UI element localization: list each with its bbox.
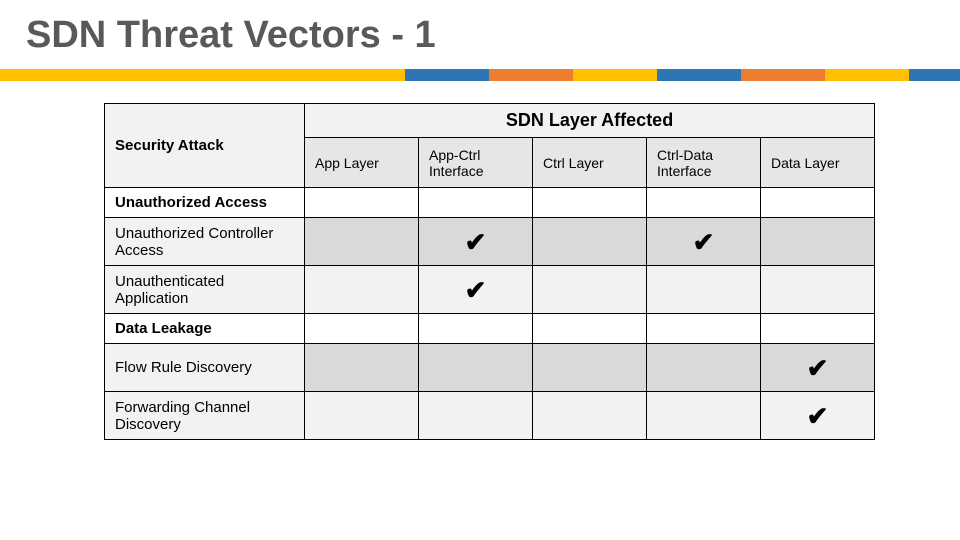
table-header-attack: Security Attack bbox=[105, 104, 305, 188]
section-blank bbox=[533, 314, 647, 344]
section-label: Data Leakage bbox=[105, 314, 305, 344]
check-icon: ✔ bbox=[465, 227, 487, 257]
section-blank bbox=[419, 314, 533, 344]
check-icon: ✔ bbox=[807, 401, 829, 431]
attack-label: Flow Rule Discovery bbox=[105, 344, 305, 392]
section-blank bbox=[761, 188, 875, 218]
section-blank bbox=[647, 314, 761, 344]
threat-table: Security Attack SDN Layer Affected App L… bbox=[104, 103, 875, 440]
table-header-group: SDN Layer Affected bbox=[305, 104, 875, 138]
threat-cell bbox=[533, 266, 647, 314]
section-blank bbox=[305, 188, 419, 218]
threat-cell: ✔ bbox=[647, 218, 761, 266]
table-column-header: App Layer bbox=[305, 138, 419, 188]
threat-cell: ✔ bbox=[761, 392, 875, 440]
section-label: Unauthorized Access bbox=[105, 188, 305, 218]
threat-cell bbox=[305, 218, 419, 266]
table-column-header: Ctrl Layer bbox=[533, 138, 647, 188]
table-column-header: App-Ctrl Interface bbox=[419, 138, 533, 188]
band-segment bbox=[573, 69, 657, 81]
accent-band bbox=[0, 69, 960, 81]
threat-cell bbox=[533, 392, 647, 440]
section-blank bbox=[647, 188, 761, 218]
band-segment bbox=[825, 69, 909, 81]
section-blank bbox=[761, 314, 875, 344]
attack-label: Unauthorized Controller Access bbox=[105, 218, 305, 266]
section-blank bbox=[419, 188, 533, 218]
check-icon: ✔ bbox=[465, 275, 487, 305]
table-column-header: Ctrl-Data Interface bbox=[647, 138, 761, 188]
check-icon: ✔ bbox=[693, 227, 715, 257]
table-column-header: Data Layer bbox=[761, 138, 875, 188]
section-blank bbox=[533, 188, 647, 218]
slide-title: SDN Threat Vectors - 1 bbox=[0, 0, 960, 69]
band-segment bbox=[0, 69, 405, 81]
threat-cell: ✔ bbox=[419, 218, 533, 266]
band-segment bbox=[405, 69, 489, 81]
band-segment bbox=[741, 69, 825, 81]
band-segment bbox=[909, 69, 960, 81]
threat-cell bbox=[419, 344, 533, 392]
threat-cell: ✔ bbox=[761, 344, 875, 392]
band-segment bbox=[489, 69, 573, 81]
threat-cell bbox=[647, 266, 761, 314]
attack-label: Unauthenticated Application bbox=[105, 266, 305, 314]
threat-cell: ✔ bbox=[419, 266, 533, 314]
threat-cell bbox=[305, 344, 419, 392]
check-icon: ✔ bbox=[807, 353, 829, 383]
threat-cell bbox=[305, 392, 419, 440]
threat-cell bbox=[533, 218, 647, 266]
band-segment bbox=[657, 69, 741, 81]
threat-cell bbox=[647, 392, 761, 440]
threat-cell bbox=[761, 218, 875, 266]
threat-cell bbox=[647, 344, 761, 392]
attack-label: Forwarding Channel Discovery bbox=[105, 392, 305, 440]
section-blank bbox=[305, 314, 419, 344]
threat-cell bbox=[419, 392, 533, 440]
threat-cell bbox=[761, 266, 875, 314]
threat-cell bbox=[305, 266, 419, 314]
threat-cell bbox=[533, 344, 647, 392]
